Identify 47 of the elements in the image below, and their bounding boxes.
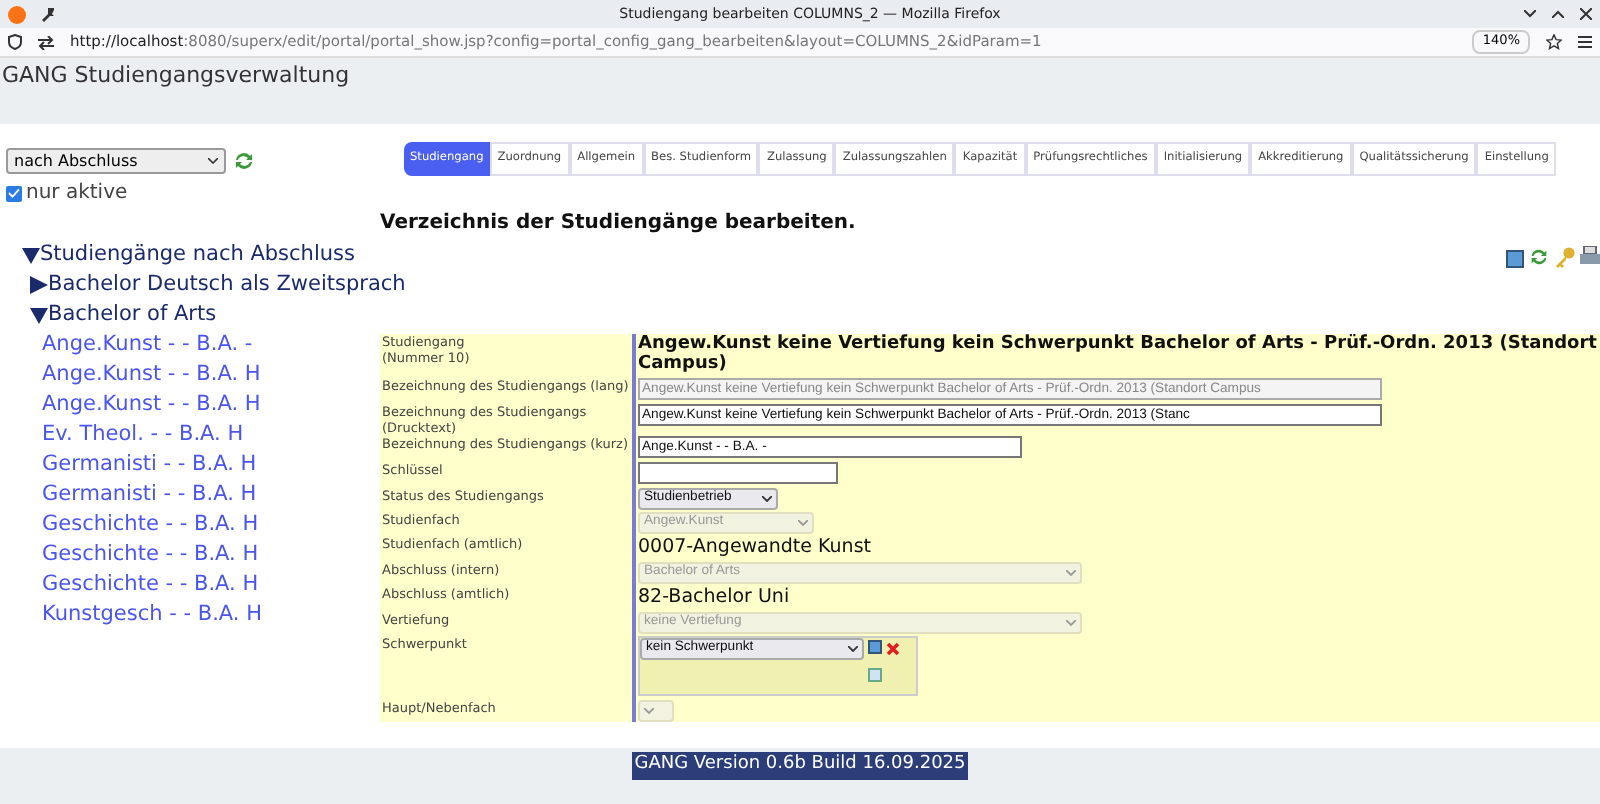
expanded-triangle-icon[interactable] — [30, 307, 48, 323]
collapsed-triangle-icon[interactable] — [30, 276, 48, 294]
expanded-triangle-icon[interactable] — [22, 247, 40, 263]
tree-link[interactable]: Ange.Kunst - - B.A. H — [42, 360, 261, 390]
tree-link[interactable]: Geschichte - - B.A. H — [42, 510, 259, 540]
menu-icon[interactable] — [1578, 36, 1592, 48]
check-icon — [8, 188, 20, 198]
text-field[interactable] — [638, 462, 838, 484]
tree-link[interactable]: Geschichte - - B.A. H — [42, 570, 259, 600]
chevron-down-icon — [1066, 570, 1076, 576]
field-value: 0007-Angewandte Kunst — [638, 536, 871, 560]
chevron-down-icon — [208, 158, 218, 164]
page-heading: Verzeichnis der Studiengänge bearbeiten. — [380, 210, 858, 238]
tree-link[interactable]: Germanisti - - B.A. H — [42, 450, 257, 480]
chevron-down-icon — [848, 646, 858, 652]
pin-icon — [42, 7, 56, 21]
checkbox[interactable] — [6, 185, 22, 201]
close-icon[interactable] — [1580, 8, 1592, 20]
version-text: GANG Version 0.6b Build 16.09.2025 — [632, 752, 968, 779]
maximize-icon[interactable] — [1552, 10, 1564, 18]
tree-link[interactable]: Ange.Kunst - - B.A. H — [42, 390, 261, 420]
refresh-icon[interactable] — [232, 150, 256, 172]
permissions-icon[interactable] — [38, 35, 54, 49]
bookmark-star-icon[interactable] — [1546, 34, 1562, 50]
minimize-icon[interactable] — [1524, 10, 1536, 18]
chevron-down-icon — [644, 708, 654, 714]
printer-icon[interactable] — [1580, 246, 1600, 268]
tree-link[interactable]: Ange.Kunst - - B.A. - — [42, 330, 253, 360]
refresh-icon[interactable] — [1528, 246, 1550, 268]
tree-link[interactable]: Geschichte - - B.A. H — [42, 540, 259, 570]
grouping-select[interactable]: nach Abschluss — [6, 148, 226, 174]
firefox-icon — [8, 5, 26, 23]
course-title: Angew.Kunst keine Vertiefung kein Schwerpunkt Bachelor of Arts - Prüf.-Ordn. 2013 (Standort Campus) — [638, 334, 1599, 374]
tree-link[interactable]: Kunstgesch - - B.A. H — [42, 600, 262, 630]
checkbox-label: nur aktive — [26, 180, 128, 208]
chevron-down-icon — [798, 520, 808, 526]
tree-link[interactable]: Germanisti - - B.A. H — [42, 480, 257, 510]
chevron-down-icon — [1066, 620, 1076, 626]
tree-link[interactable]: Ev. Theol. - - B.A. H — [42, 420, 244, 450]
app-title: GANG Studiengangsverwaltung — [2, 60, 352, 92]
chevron-down-icon — [762, 496, 772, 502]
delete-icon[interactable] — [886, 642, 900, 656]
tree-node[interactable]: Bachelor of Arts — [48, 300, 217, 330]
shield-icon[interactable] — [8, 34, 22, 50]
tree-node[interactable]: Studiengänge nach Abschluss — [40, 240, 355, 270]
tree-node[interactable]: Bachelor Deutsch als Zweitsprach — [48, 270, 406, 300]
field-value: 82-Bachelor Uni — [638, 586, 790, 610]
